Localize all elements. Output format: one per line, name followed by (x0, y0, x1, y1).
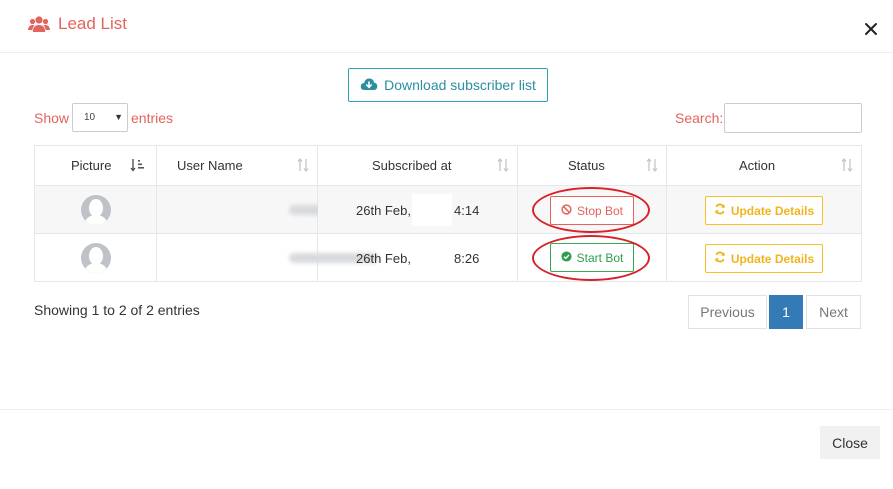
show-label: Show (34, 110, 70, 126)
update-details-label: Update Details (730, 203, 815, 218)
check-circle-icon (561, 250, 577, 265)
sort-both-icon (646, 157, 658, 175)
cell-picture (34, 185, 157, 234)
column-header-label: Subscribed at (372, 158, 452, 173)
start-bot-label: Start Bot (576, 250, 624, 265)
users-icon (28, 14, 50, 34)
sort-ascending-icon (130, 158, 146, 175)
column-header-picture[interactable]: Picture (34, 145, 157, 186)
caret-down-icon: ▼ (114, 112, 123, 122)
refresh-icon (714, 251, 731, 266)
pagination: Previous 1 Next (688, 295, 861, 329)
download-button-label: Download subscriber list (384, 77, 536, 93)
update-details-label: Update Details (730, 251, 815, 266)
cell-status: Stop Bot (517, 185, 667, 234)
sort-both-icon (497, 157, 509, 175)
next-page-button[interactable]: Next (806, 295, 861, 329)
column-header-subscribed-at[interactable]: Subscribed at (317, 145, 518, 186)
cell-user-name (156, 185, 353, 234)
cell-status: Start Bot (517, 233, 667, 282)
avatar (80, 242, 111, 273)
sort-both-icon (841, 157, 853, 175)
update-details-button[interactable]: Update Details (705, 196, 823, 225)
sort-both-icon (297, 157, 309, 175)
download-subscriber-list-button[interactable]: Download subscriber list (348, 68, 548, 102)
date-prefix: 26th Feb, (356, 251, 411, 266)
table-header-row: Picture User Name Subscribed at Status A… (34, 145, 862, 186)
avatar (80, 194, 111, 225)
entries-label: entries (131, 110, 174, 126)
modal-title-wrap: Lead List (28, 14, 127, 34)
cell-user-name (156, 233, 379, 282)
modal-title: Lead List (58, 14, 127, 33)
stop-bot-button[interactable]: Stop Bot (550, 196, 634, 225)
lead-table: Picture User Name Subscribed at Status A… (34, 145, 862, 282)
start-bot-button[interactable]: Start Bot (550, 243, 634, 272)
column-header-label: Status (568, 158, 605, 173)
cell-subscribed-at: 26th Feb, 8:26 (317, 233, 518, 282)
table-info: Showing 1 to 2 of 2 entries (34, 302, 200, 318)
column-header-action[interactable]: Action (666, 145, 862, 186)
column-header-label: Action (739, 158, 776, 173)
stop-bot-label: Stop Bot (576, 203, 624, 218)
cloud-download-icon (360, 77, 384, 94)
cell-action: Update Details (666, 233, 862, 282)
column-header-user-name[interactable]: User Name (156, 145, 318, 186)
cell-action: Update Details (666, 185, 862, 234)
close-button[interactable]: Close (820, 426, 880, 459)
entries-per-page-value: 10 (84, 112, 96, 123)
cell-subscribed-at: 26th Feb, 4:14 (317, 185, 518, 234)
page-1-button[interactable]: 1 (769, 295, 803, 329)
modal-header: Lead List (0, 0, 893, 53)
close-icon[interactable] (862, 20, 880, 38)
ban-icon (561, 203, 577, 218)
redacted-date (412, 194, 452, 226)
update-details-button[interactable]: Update Details (705, 244, 823, 273)
search-label: Search: (675, 110, 724, 126)
previous-page-button[interactable]: Previous (688, 295, 767, 329)
table-row: 26th Feb, 8:26 Start Bot Update Details (34, 233, 862, 282)
entries-per-page-select[interactable]: 10 ▼ (72, 103, 128, 132)
date-suffix: 4:14 (454, 203, 480, 218)
modal-footer (0, 409, 893, 489)
date-suffix: 8:26 (454, 251, 480, 266)
search-input[interactable] (724, 103, 862, 133)
column-header-status[interactable]: Status (517, 145, 667, 186)
column-header-label: User Name (177, 158, 243, 173)
refresh-icon (714, 203, 731, 218)
table-row: 26th Feb, 4:14 Stop Bot Update Details (34, 185, 862, 234)
redacted-date (412, 242, 452, 274)
date-prefix: 26th Feb, (356, 203, 411, 218)
cell-picture (34, 233, 157, 282)
